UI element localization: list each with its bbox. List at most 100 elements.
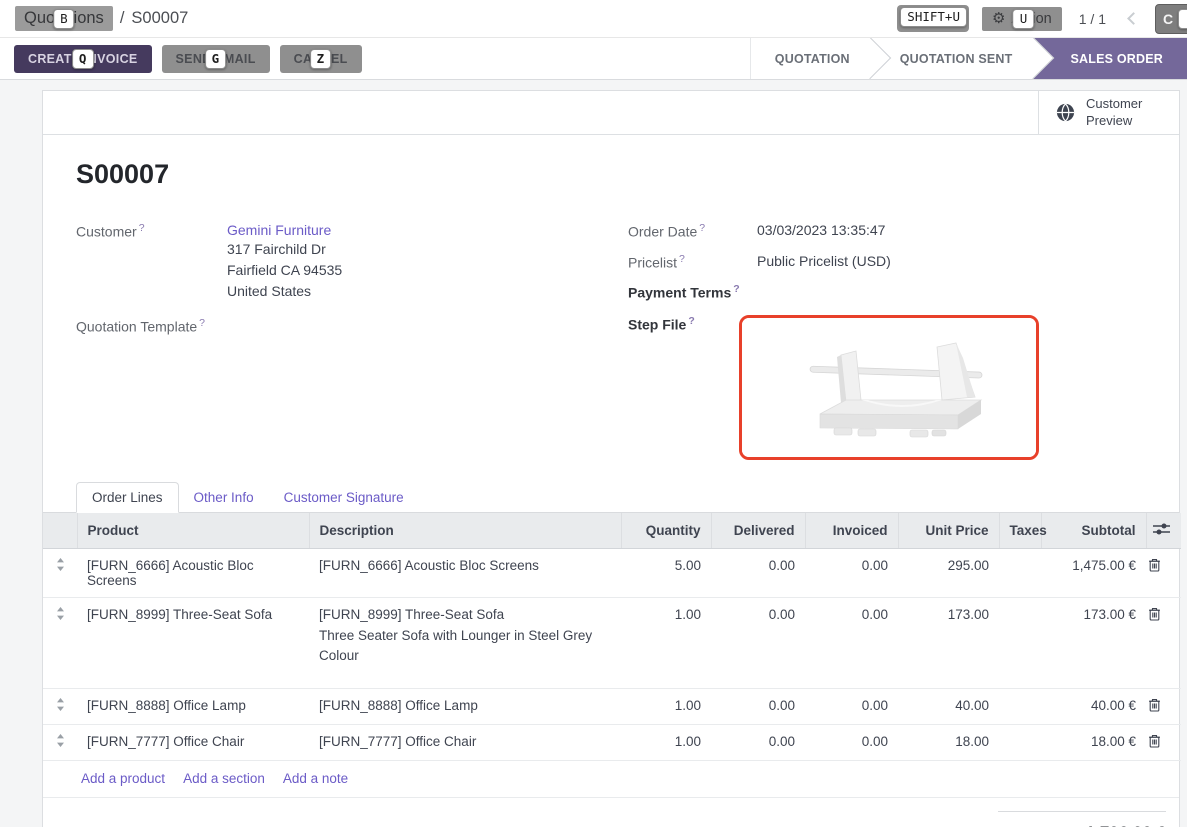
status-step-quotation-sent[interactable]: QUOTATION SENT bbox=[870, 38, 1033, 79]
field-grid: Customer? Gemini Furniture 317 Fairchild… bbox=[76, 217, 1146, 468]
add-a-note-link[interactable]: Add a note bbox=[283, 771, 348, 786]
cell-taxes[interactable] bbox=[999, 597, 1041, 688]
top-navbar: Quotations B / S00007 SHIFT+U ⚙ Action U… bbox=[0, 0, 1187, 38]
cell-unit-price[interactable]: 40.00 bbox=[898, 689, 999, 725]
cell-subtotal: 173.00 € bbox=[1041, 597, 1146, 688]
add-a-section-link[interactable]: Add a section bbox=[183, 771, 265, 786]
key-hint-create-invoice: Q bbox=[72, 49, 94, 69]
row-drag-handle[interactable] bbox=[43, 725, 77, 761]
trash-icon bbox=[1148, 734, 1161, 748]
terms-and-conditions-input[interactable]: Terms and conditions... bbox=[81, 811, 220, 827]
cell-invoiced[interactable]: 0.00 bbox=[805, 689, 898, 725]
cell-taxes[interactable] bbox=[999, 548, 1041, 597]
order-lines-table: Product Description Quantity Delivered I… bbox=[43, 513, 1181, 761]
form-sheet: Customer Preview S00007 Customer? Gemini… bbox=[42, 90, 1180, 827]
column-quantity: Quantity bbox=[621, 513, 711, 549]
customer-link[interactable]: Gemini Furniture bbox=[227, 222, 331, 238]
trash-icon bbox=[1148, 558, 1161, 572]
payment-terms-label: Payment Terms? bbox=[628, 283, 757, 301]
breadcrumb-quotations[interactable]: Quotations B bbox=[15, 6, 113, 31]
drag-handle-icon bbox=[56, 607, 65, 620]
step-file-image[interactable] bbox=[739, 315, 1039, 460]
form-view-background: Customer Preview S00007 Customer? Gemini… bbox=[0, 80, 1187, 827]
cell-invoiced[interactable]: 0.00 bbox=[805, 725, 898, 761]
field-column-right: Order Date? 03/03/2023 13:35:47 Pricelis… bbox=[628, 217, 1146, 468]
cell-quantity[interactable]: 1.00 bbox=[621, 689, 711, 725]
cell-description[interactable]: [FURN_7777] Office Chair bbox=[309, 725, 621, 761]
drag-handle-icon bbox=[56, 558, 65, 571]
cell-quantity[interactable]: 1.00 bbox=[621, 725, 711, 761]
delete-row-button[interactable] bbox=[1146, 548, 1181, 597]
shift-action-hint-target[interactable]: SHIFT+U bbox=[897, 5, 969, 32]
cell-product[interactable]: [FURN_7777] Office Chair bbox=[77, 725, 309, 761]
cell-invoiced[interactable]: 0.00 bbox=[805, 597, 898, 688]
field-pricelist: Pricelist? Public Pricelist (USD) bbox=[628, 248, 1146, 276]
cell-product[interactable]: [FURN_8888] Office Lamp bbox=[77, 689, 309, 725]
cell-product[interactable]: [FURN_6666] Acoustic Bloc Screens bbox=[77, 548, 309, 597]
cell-unit-price[interactable]: 295.00 bbox=[898, 548, 999, 597]
cell-description[interactable]: [FURN_8999] Three-Seat Sofa Three Seater… bbox=[309, 597, 621, 688]
topbar-right: SHIFT+U ⚙ Action U 1 / 1 bbox=[897, 5, 1172, 32]
pager-previous-icon[interactable] bbox=[1127, 12, 1140, 25]
column-unit-price: Unit Price bbox=[898, 513, 999, 549]
customer-preview-button[interactable]: Customer Preview bbox=[1038, 91, 1179, 134]
row-drag-handle[interactable] bbox=[43, 597, 77, 688]
status-step-quotation[interactable]: QUOTATION bbox=[750, 38, 870, 79]
globe-icon bbox=[1056, 103, 1075, 122]
drag-handle-icon bbox=[56, 698, 65, 711]
totals-block: Total: 1,706.00 € bbox=[998, 811, 1166, 827]
customer-address: 317 Fairchild Dr Fairfield CA 94535 Unit… bbox=[227, 238, 342, 301]
tab-other-info[interactable]: Other Info bbox=[179, 483, 269, 512]
cell-unit-price[interactable]: 18.00 bbox=[898, 725, 999, 761]
help-icon: ? bbox=[688, 315, 694, 327]
column-description: Description bbox=[309, 513, 621, 549]
total-value: 1,706.00 € bbox=[1086, 823, 1166, 827]
action-menu-button[interactable]: ⚙ Action U bbox=[982, 7, 1062, 31]
delete-row-button[interactable] bbox=[1146, 725, 1181, 761]
cell-taxes[interactable] bbox=[999, 689, 1041, 725]
order-date-value[interactable]: 03/03/2023 13:35:47 bbox=[757, 222, 885, 240]
status-step-label: QUOTATION bbox=[775, 52, 850, 66]
field-column-left: Customer? Gemini Furniture 317 Fairchild… bbox=[76, 217, 628, 468]
send-email-button[interactable]: SEND EMAIL G bbox=[162, 45, 270, 73]
cell-description[interactable]: [FURN_6666] Acoustic Bloc Screens bbox=[309, 548, 621, 597]
sliders-icon bbox=[1153, 522, 1170, 536]
key-hint-create bbox=[1178, 9, 1187, 29]
cell-product[interactable]: [FURN_8999] Three-Seat Sofa bbox=[77, 597, 309, 688]
delete-row-button[interactable] bbox=[1146, 597, 1181, 688]
field-step-file: Step File? bbox=[628, 310, 1146, 465]
description-line: [FURN_8999] Three-Seat Sofa bbox=[319, 607, 611, 622]
field-payment-terms: Payment Terms? bbox=[628, 278, 1146, 306]
cell-delivered[interactable]: 0.00 bbox=[711, 725, 805, 761]
cell-quantity[interactable]: 1.00 bbox=[621, 597, 711, 688]
create-button-clipped[interactable]: C bbox=[1155, 4, 1187, 34]
optional-columns-button[interactable] bbox=[1146, 513, 1181, 549]
status-step-sales-order[interactable]: SALES ORDER bbox=[1033, 38, 1187, 79]
breadcrumb-separator: / bbox=[120, 9, 125, 28]
row-drag-handle[interactable] bbox=[43, 689, 77, 725]
create-invoice-button[interactable]: CREATE INVOICE Q bbox=[14, 45, 152, 73]
cancel-button[interactable]: CANCEL Z bbox=[280, 45, 362, 73]
cell-delivered[interactable]: 0.00 bbox=[711, 597, 805, 688]
quotation-template-label: Quotation Template? bbox=[76, 317, 227, 335]
tab-order-lines[interactable]: Order Lines bbox=[76, 482, 179, 513]
cell-delivered[interactable]: 0.00 bbox=[711, 548, 805, 597]
add-a-product-link[interactable]: Add a product bbox=[81, 771, 165, 786]
delete-row-button[interactable] bbox=[1146, 689, 1181, 725]
step-file-label: Step File? bbox=[628, 315, 757, 460]
cell-subtotal: 1,475.00 € bbox=[1041, 548, 1146, 597]
cell-quantity[interactable]: 5.00 bbox=[621, 548, 711, 597]
cell-delivered[interactable]: 0.00 bbox=[711, 689, 805, 725]
column-taxes: Taxes bbox=[999, 513, 1041, 549]
tab-bar: Order Lines Other Info Customer Signatur… bbox=[43, 482, 1179, 513]
cell-description[interactable]: [FURN_8888] Office Lamp bbox=[309, 689, 621, 725]
cell-invoiced[interactable]: 0.00 bbox=[805, 548, 898, 597]
tab-customer-signature[interactable]: Customer Signature bbox=[269, 483, 419, 512]
cell-taxes[interactable] bbox=[999, 725, 1041, 761]
row-drag-handle[interactable] bbox=[43, 548, 77, 597]
pricelist-value[interactable]: Public Pricelist (USD) bbox=[757, 253, 891, 271]
help-icon: ? bbox=[679, 253, 685, 265]
cell-unit-price[interactable]: 173.00 bbox=[898, 597, 999, 688]
totals-divider bbox=[998, 811, 1166, 812]
column-delivered: Delivered bbox=[711, 513, 805, 549]
